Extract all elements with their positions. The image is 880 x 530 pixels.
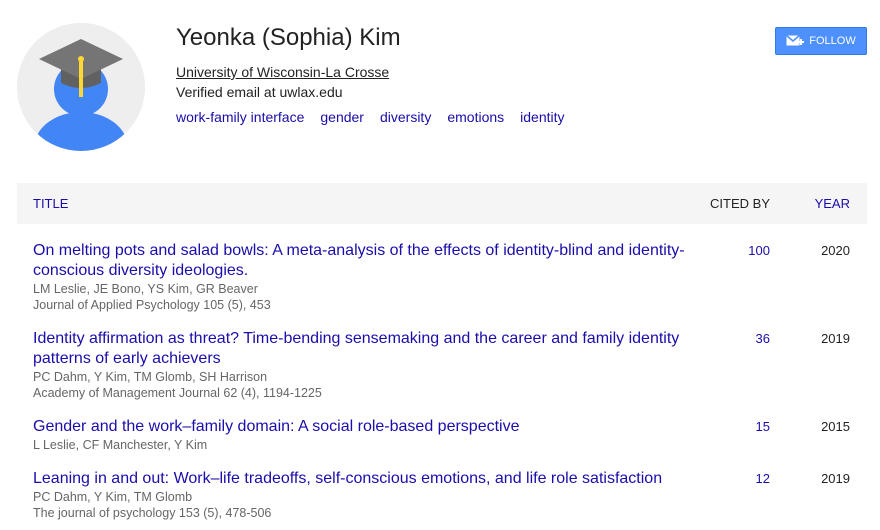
interest-link-identity[interactable]: identity — [520, 109, 564, 125]
follow-button[interactable]: FOLLOW — [775, 27, 867, 55]
profile-affiliation-link[interactable]: University of Wisconsin-La Crosse — [176, 64, 389, 80]
publication-title-link[interactable]: Identity affirmation as threat? Time-ben… — [33, 329, 703, 369]
publication-title-link[interactable]: On melting pots and salad bowls: A meta-… — [33, 241, 703, 281]
interests-list: work-family interface gender diversity e… — [176, 109, 565, 125]
publication-venue: Journal of Applied Psychology 105 (5), 4… — [33, 298, 271, 312]
publication-authors: LM Leslie, JE Bono, YS Kim, GR Beaver — [33, 282, 258, 296]
profile-avatar — [17, 23, 145, 151]
mail-plus-icon — [786, 34, 805, 46]
publication-cited-by-link[interactable]: 100 — [748, 243, 770, 258]
interest-link-gender[interactable]: gender — [320, 109, 364, 125]
publication-year: 2020 — [821, 243, 850, 258]
sort-by-cited-header[interactable]: CITED BY — [710, 196, 770, 211]
publication-title-link[interactable]: Gender and the work–family domain: A soc… — [33, 417, 703, 437]
publication-authors: L Leslie, CF Manchester, Y Kim — [33, 438, 208, 452]
publication-authors: PC Dahm, Y Kim, TM Glomb — [33, 490, 193, 504]
publication-authors: PC Dahm, Y Kim, TM Glomb, SH Harrison — [33, 370, 268, 384]
interest-link-work-family-interface[interactable]: work-family interface — [176, 109, 304, 125]
publication-year: 2015 — [821, 419, 850, 434]
publication-venue: Academy of Management Journal 62 (4), 11… — [33, 386, 322, 400]
publication-title-link[interactable]: Leaning in and out: Work–life tradeoffs,… — [33, 469, 703, 489]
publication-cited-by-link[interactable]: 12 — [756, 471, 770, 486]
profile-email: Verified email at uwlax.edu — [176, 84, 343, 100]
publication-cited-by-link[interactable]: 15 — [756, 419, 770, 434]
graduate-avatar-icon — [17, 23, 145, 151]
publication-venue: The journal of psychology 153 (5), 478-5… — [33, 506, 272, 520]
profile-name: Yeonka (Sophia) Kim — [176, 24, 401, 51]
interest-link-diversity[interactable]: diversity — [380, 109, 431, 125]
publication-year: 2019 — [821, 331, 850, 346]
publication-cited-by-link[interactable]: 36 — [756, 331, 770, 346]
sort-by-year-header[interactable]: YEAR — [815, 196, 850, 211]
publication-year: 2019 — [821, 471, 850, 486]
sort-by-title-header[interactable]: TITLE — [33, 196, 68, 211]
interest-link-emotions[interactable]: emotions — [447, 109, 504, 125]
publications-table-header: TITLE CITED BY YEAR — [17, 183, 867, 224]
follow-button-label: FOLLOW — [809, 35, 856, 47]
